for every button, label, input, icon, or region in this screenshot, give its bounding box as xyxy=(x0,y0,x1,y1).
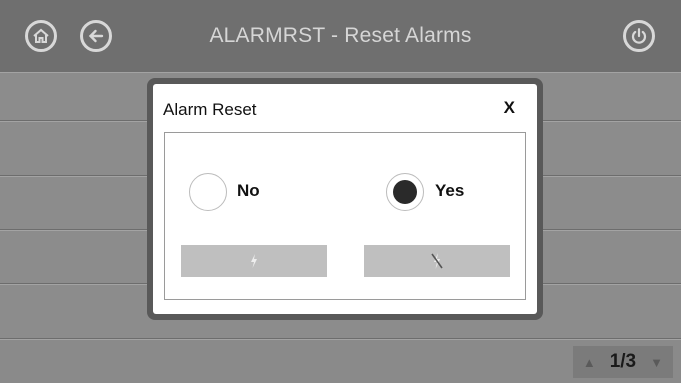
dialog-title: Alarm Reset xyxy=(163,100,257,119)
page-title: ALARMRST - Reset Alarms xyxy=(209,24,472,47)
power-button[interactable] xyxy=(623,20,655,52)
radio-no[interactable] xyxy=(189,173,227,211)
page-indicator: 1/3 xyxy=(609,351,637,372)
dialog-panel: No Yes xyxy=(164,132,526,300)
up-triangle-icon[interactable]: ▲ xyxy=(583,355,596,370)
radio-yes-label: Yes xyxy=(435,181,465,200)
alarm-reset-dialog: Alarm Reset X No Yes xyxy=(153,84,537,314)
close-button[interactable]: X xyxy=(504,98,515,118)
power-icon xyxy=(631,28,647,44)
cancel-reset-button[interactable] xyxy=(364,245,510,277)
pager: ▲ 1/3 ▼ xyxy=(572,346,673,378)
lightning-icon xyxy=(251,254,257,268)
lightning-off-icon xyxy=(431,253,443,269)
bottom-bar: ▲ 1/3 ▼ xyxy=(0,340,681,383)
radio-selected-dot xyxy=(393,180,417,204)
confirm-reset-button[interactable] xyxy=(181,245,327,277)
down-triangle-icon[interactable]: ▼ xyxy=(650,355,663,370)
top-bar: ALARMRST - Reset Alarms xyxy=(0,0,681,72)
row-divider xyxy=(0,72,681,73)
radio-no-label: No xyxy=(237,181,260,200)
radio-yes[interactable] xyxy=(386,173,424,211)
